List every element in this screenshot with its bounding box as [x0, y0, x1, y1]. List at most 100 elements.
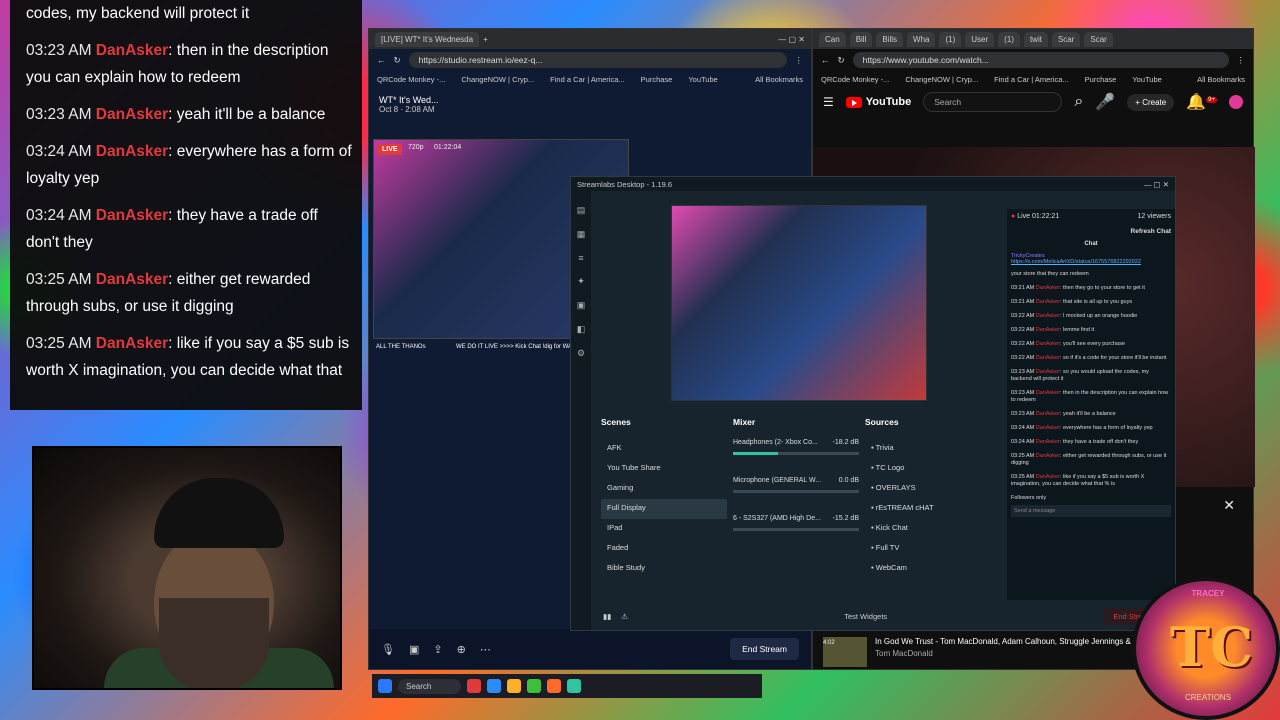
settings-icon[interactable]: ⚙: [577, 348, 585, 359]
share-screen-icon[interactable]: ⇪: [433, 643, 442, 656]
camera-icon[interactable]: ▣: [409, 643, 419, 656]
test-widgets-button[interactable]: Test Widgets: [844, 612, 887, 621]
youtube-header: ☰ YouTube Search ⌕ 🎤 + Create 🔔 9+: [813, 87, 1253, 117]
reload-icon[interactable]: ↻: [838, 55, 845, 66]
brave-icon[interactable]: [547, 679, 562, 693]
streamlabs-window: Streamlabs Desktop - 1.19.6 — ▢ ✕ ▤ ▦ ≡ …: [570, 176, 1176, 631]
tools-icon[interactable]: ✦: [577, 276, 585, 287]
taskbar-app-icon[interactable]: [467, 679, 482, 693]
source-item[interactable]: ▪ Kick Chat: [865, 519, 991, 539]
streamlabs-chat-message: 03:23 AM DanAsker: then in the descripti…: [1011, 390, 1171, 404]
youtube-tab[interactable]: Wha: [907, 31, 936, 47]
close-miniplayer-icon[interactable]: ✕: [1223, 497, 1235, 514]
voice-search-icon[interactable]: 🎤: [1095, 92, 1115, 112]
reload-icon[interactable]: ↻: [394, 55, 401, 66]
all-bookmarks[interactable]: All Bookmarks: [755, 75, 803, 84]
youtube-tab[interactable]: Bill: [849, 31, 873, 47]
chrome-icon[interactable]: [527, 679, 542, 693]
chat-username: DanAsker: [1035, 390, 1060, 396]
source-item[interactable]: ▪ rEsTREAM cHAT: [865, 499, 991, 519]
restream-address-bar[interactable]: https://studio.restream.io/eez-q...: [408, 52, 787, 68]
scene-item[interactable]: Gaming: [601, 479, 727, 499]
source-item[interactable]: ▪ TC Logo: [865, 459, 991, 479]
youtube-search-input[interactable]: Search: [923, 92, 1063, 112]
youtube-address-bar[interactable]: https://www.youtube.com/watch...: [852, 52, 1229, 68]
refresh-chat-button[interactable]: Refresh Chat: [1011, 228, 1171, 235]
streamlabs-chat-message: 03:22 AM DanAsker: so if it's a code for…: [1011, 355, 1171, 362]
youtube-logo[interactable]: YouTube: [845, 96, 911, 108]
scene-item[interactable]: You Tube Share: [601, 459, 727, 479]
bookmark-changenow[interactable]: ChangeNOW | Cryp...: [905, 75, 978, 84]
all-bookmarks[interactable]: All Bookmarks: [1197, 75, 1245, 84]
volume-slider[interactable]: [733, 490, 859, 493]
source-item[interactable]: ▪ OVERLAYS: [865, 479, 991, 499]
scene-item[interactable]: Faded: [601, 539, 727, 559]
chat-text: : then they go to your store to get it: [1059, 285, 1145, 291]
windows-start-icon[interactable]: [378, 679, 392, 693]
apps-icon[interactable]: ▣: [577, 300, 586, 311]
add-guest-icon[interactable]: ⊕: [457, 643, 466, 656]
bookmark-qrcode[interactable]: QRCode Monkey -...: [377, 75, 445, 84]
mic-icon[interactable]: 🎙: [381, 643, 395, 656]
taskbar: Search: [372, 674, 762, 698]
taskbar-app-icon[interactable]: [487, 679, 502, 693]
back-icon[interactable]: ←: [821, 55, 830, 65]
bookmark-youtube[interactable]: YouTube: [688, 75, 717, 84]
scenes-dock: Scenes AFK You Tube Share Gaming Full Displ…: [601, 417, 727, 587]
scene-item[interactable]: Bible Study: [601, 559, 727, 579]
alert-icon[interactable]: ⚠: [621, 612, 628, 621]
youtube-tab[interactable]: (1): [939, 31, 962, 47]
chat-username: DanAsker: [1035, 425, 1060, 431]
search-icon[interactable]: ⌕: [1074, 93, 1083, 111]
chat-message-input[interactable]: Send a message: [1011, 505, 1171, 517]
live-time-text: Live 01:22:21: [1017, 213, 1060, 220]
menu-icon[interactable]: ⋮: [795, 55, 804, 66]
bookmark-purchase[interactable]: Purchase: [1085, 75, 1117, 84]
window-controls-icon[interactable]: — ▢ ✕: [778, 35, 805, 44]
create-button[interactable]: + Create: [1127, 93, 1175, 111]
create-label: Create: [1142, 97, 1167, 107]
youtube-tab[interactable]: Bills: [876, 31, 904, 47]
youtube-tab[interactable]: Can: [819, 31, 846, 47]
editor-icon[interactable]: ▤: [577, 205, 586, 216]
new-tab-icon[interactable]: +: [483, 35, 488, 44]
volume-slider[interactable]: [733, 528, 859, 531]
chat-timestamp: 03:25 AM: [1011, 474, 1036, 480]
library-icon[interactable]: ≡: [578, 253, 583, 263]
notifications-icon[interactable]: 🔔 9+: [1186, 92, 1217, 112]
bookmark-changenow[interactable]: ChangeNOW | Cryp...: [461, 75, 534, 84]
volume-slider[interactable]: [733, 452, 859, 455]
source-item[interactable]: ▪ Full TV: [865, 539, 991, 559]
streamlabs-icon[interactable]: [567, 679, 582, 693]
streamlabs-docks: Scenes AFK You Tube Share Gaming Full Displ…: [601, 417, 991, 587]
bookmark-findacar[interactable]: Find a Car | America...: [994, 75, 1068, 84]
scene-item[interactable]: AFK: [601, 439, 727, 459]
scene-item[interactable]: Full Display: [601, 499, 727, 519]
bookmark-qrcode[interactable]: QRCode Monkey -...: [821, 75, 889, 84]
back-icon[interactable]: ←: [377, 55, 386, 65]
youtube-tab[interactable]: Scar: [1051, 31, 1081, 47]
menu-icon[interactable]: ⋮: [1237, 55, 1246, 66]
scene-item[interactable]: IPad: [601, 519, 727, 539]
youtube-tab[interactable]: (1): [998, 31, 1020, 47]
more-icon[interactable]: ⋯: [480, 643, 491, 656]
avatar[interactable]: [1229, 95, 1243, 109]
performance-icon[interactable]: ▮▮: [603, 612, 611, 621]
restream-tab[interactable]: [LIVE] WT* It's Wednesda: [375, 31, 480, 47]
youtube-tab[interactable]: Scar: [1084, 31, 1113, 47]
hamburger-menu-icon[interactable]: ☰: [823, 95, 834, 109]
bookmark-findacar[interactable]: Find a Car | America...: [550, 75, 624, 84]
highlighter-icon[interactable]: ◧: [577, 324, 586, 335]
layout-icon[interactable]: ▦: [577, 229, 586, 240]
youtube-tab[interactable]: User: [965, 31, 995, 47]
window-controls-icon[interactable]: — ▢ ✕: [1144, 180, 1169, 189]
bookmark-youtube[interactable]: YouTube: [1132, 75, 1161, 84]
youtube-tab[interactable]: twit: [1023, 31, 1048, 47]
source-item[interactable]: ▪ Trivia: [865, 439, 991, 459]
folder-icon[interactable]: [507, 679, 522, 693]
taskbar-search[interactable]: Search: [398, 678, 462, 694]
chat-link[interactable]: https://x.com/MelicaArtXD/status/1675576…: [1011, 259, 1171, 265]
end-stream-button[interactable]: End Stream: [730, 638, 799, 660]
source-item[interactable]: ▪ WebCam: [865, 559, 991, 579]
bookmark-purchase[interactable]: Purchase: [641, 75, 673, 84]
